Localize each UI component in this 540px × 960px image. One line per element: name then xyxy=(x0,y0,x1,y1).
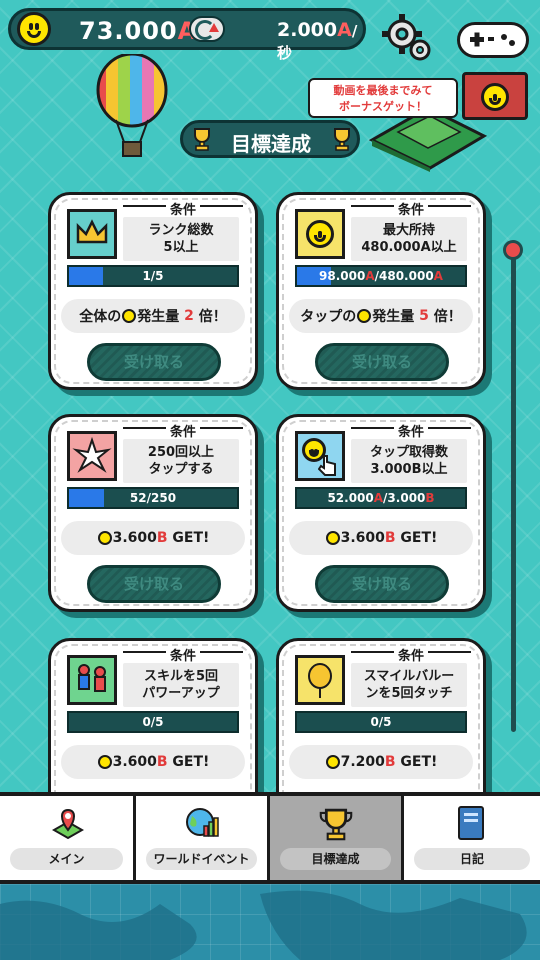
progress-bar: 52/250 xyxy=(67,487,239,509)
gear-icon[interactable] xyxy=(380,12,432,64)
progress-text: 0/5 xyxy=(370,715,392,729)
goal-card-max-hold: 条件 最大所持 480.000A以上 98.000A/480.000A タップの… xyxy=(276,192,486,390)
smiley-icon xyxy=(481,83,509,111)
reward-label: タップの 発生量 5 倍！ xyxy=(289,299,473,333)
nav-tab-goals[interactable]: 目標達成 xyxy=(270,796,404,880)
smiley-icon xyxy=(97,531,112,545)
gamepad-icon[interactable] xyxy=(457,22,529,58)
diary-icon xyxy=(458,806,484,840)
skill-figures-icon xyxy=(67,655,117,705)
scroll-track[interactable] xyxy=(511,252,516,732)
condition-text: 250回以上 タップする xyxy=(123,439,239,483)
trophy-icon xyxy=(319,808,353,841)
claim-button[interactable]: 受け取る xyxy=(315,343,449,381)
bottom-nav: メイン ワールドイベント 目標達成 日記 xyxy=(0,792,540,884)
nav-tab-world-event[interactable]: ワールドイベント xyxy=(136,796,270,880)
claim-button[interactable]: 受け取る xyxy=(87,343,221,381)
goal-card-taps: 条件 250回以上 タップする 52/250 3.600 B GET! 受け取る xyxy=(48,414,258,612)
nav-tab-main[interactable]: メイン xyxy=(0,796,136,880)
progress-bar: 0/5 xyxy=(295,711,467,733)
claim-button[interactable]: 受け取る xyxy=(87,565,221,603)
goal-card-rank: 条件 ランク総数 5以上 1/5 全体の 発生量 2 倍！ 受け取る xyxy=(48,192,258,390)
progress-text: 52.000A/3.000B xyxy=(327,491,435,505)
progress-bar: 52.000A/3.000B xyxy=(295,487,467,509)
hot-air-balloon-icon xyxy=(96,54,168,157)
smiley-icon xyxy=(325,531,340,545)
progress-bar: 1/5 xyxy=(67,265,239,287)
nav-label: 目標達成 xyxy=(280,848,391,870)
trophy-icon xyxy=(194,128,210,151)
bonus-video-bubble[interactable]: 動画を最後までみて ボーナスゲット！ xyxy=(308,78,458,118)
crown-icon xyxy=(67,209,117,259)
reward-label: 3.600 B GET! xyxy=(61,521,245,555)
smile-balloon-icon xyxy=(295,655,345,705)
nav-label: ワールドイベント xyxy=(146,848,257,870)
condition-text: 最大所持 480.000A以上 xyxy=(351,217,467,261)
progress-text: 98.000A/480.000A xyxy=(319,269,443,283)
map-pin-icon xyxy=(51,808,85,840)
progress-text: 0/5 xyxy=(142,715,164,729)
world-map-strip[interactable] xyxy=(0,884,540,960)
progress-text: 1/5 xyxy=(142,269,164,283)
condition-label: 条件 xyxy=(393,425,428,440)
smiley-icon xyxy=(122,309,137,323)
condition-label: 条件 xyxy=(165,649,200,664)
reward-label: 3.600 B GET! xyxy=(61,745,245,779)
page-title-banner: 目標達成 xyxy=(180,120,360,158)
scroll-thumb[interactable] xyxy=(503,240,523,260)
progress-bar: 0/5 xyxy=(67,711,239,733)
progress-text: 52/250 xyxy=(129,491,177,505)
condition-text: タップ取得数 3.000B以上 xyxy=(351,439,467,483)
page-title: 目標達成 xyxy=(231,132,311,156)
smiley-icon xyxy=(97,755,112,769)
currency-bar: 73.000A 2.000A/秒 xyxy=(8,8,366,62)
income-rate: 2.000A/秒 xyxy=(277,19,358,62)
condition-label: 条件 xyxy=(165,203,200,218)
goal-card-tap-earnings: 条件 タップ取得数 3.000B以上 52.000A/3.000B 3.600 B… xyxy=(276,414,486,612)
progress-bar: 98.000A/480.000A xyxy=(295,265,467,287)
globe-chart-icon xyxy=(186,808,219,837)
bonus-video-button[interactable] xyxy=(462,72,528,120)
condition-text: スキルを5回 パワーアップ xyxy=(123,663,239,707)
reward-label: 3.600 B GET! xyxy=(289,521,473,555)
condition-text: スマイルバルー ンを5回タッチ xyxy=(351,663,467,707)
smiley-icon xyxy=(325,755,340,769)
nav-label: メイン xyxy=(10,848,123,870)
tap-burst-icon xyxy=(67,431,117,481)
claim-button[interactable]: 受け取る xyxy=(315,565,449,603)
nav-tab-diary[interactable]: 日記 xyxy=(404,796,540,880)
smiley-icon xyxy=(295,209,345,259)
smiley-currency-icon xyxy=(17,12,51,46)
trophy-icon xyxy=(334,128,350,151)
condition-label: 条件 xyxy=(393,203,428,218)
condition-label: 条件 xyxy=(165,425,200,440)
condition-label: 条件 xyxy=(393,649,428,664)
currency-upgrade-icon[interactable] xyxy=(189,16,225,42)
reward-label: 7.200 B GET! xyxy=(289,745,473,779)
tap-smiley-icon xyxy=(295,431,345,481)
currency-amount: 73.000A xyxy=(79,17,198,45)
condition-text: ランク総数 5以上 xyxy=(123,217,239,261)
reward-label: 全体の 発生量 2 倍！ xyxy=(61,299,245,333)
smiley-icon xyxy=(357,309,372,323)
nav-label: 日記 xyxy=(414,848,530,870)
